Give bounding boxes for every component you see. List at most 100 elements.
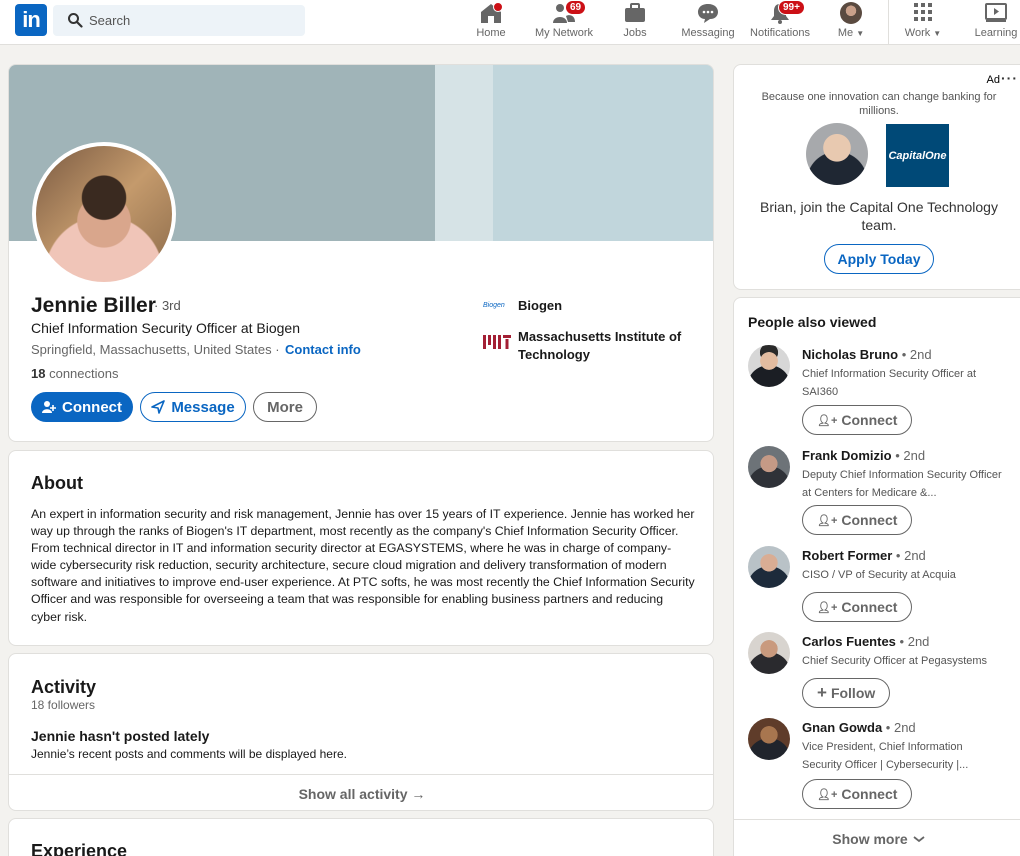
nav-divider	[888, 0, 889, 45]
people-also-viewed-title: People also viewed	[748, 314, 877, 330]
avatar[interactable]	[748, 446, 790, 488]
nav-label: Learning	[974, 27, 1018, 39]
search-box[interactable]	[53, 5, 305, 36]
profile-photo[interactable]	[32, 142, 176, 286]
ad-options-icon[interactable]: ···	[1001, 70, 1018, 86]
messaging-icon	[698, 4, 718, 23]
nav-label: Me	[837, 27, 854, 39]
search-input[interactable]	[89, 5, 299, 36]
action-label: Connect	[841, 786, 898, 802]
profile-card: Jennie Biller · 3rd Chief Information Se…	[8, 64, 714, 442]
connect-button[interactable]: 👤︎+ Connect	[802, 592, 913, 622]
contact-info-link[interactable]: Contact info	[285, 342, 361, 357]
action-label: Follow	[830, 685, 876, 701]
connect-button[interactable]: 👤︎+ Connect	[802, 505, 913, 535]
show-all-activity-button[interactable]: Show all activity →	[9, 774, 713, 810]
capital-one-logo: CapitalOne	[886, 124, 949, 187]
avatar[interactable]	[748, 345, 790, 387]
followers-count: 18 followers	[31, 698, 96, 712]
me-avatar	[840, 2, 862, 24]
apply-today-button[interactable]: Apply Today	[824, 244, 934, 274]
more-label: More	[267, 398, 303, 416]
person-degree: • 2nd	[901, 347, 932, 362]
activity-empty-subtitle: Jennie’s recent posts and comments will …	[31, 747, 347, 761]
profile-location: Springfield, Massachusetts, United State…	[31, 342, 280, 357]
ad-person-photo	[806, 123, 868, 185]
nav-me[interactable]: Me ▼	[836, 2, 866, 42]
nav-learning[interactable]: Learning	[972, 2, 1020, 42]
action-label: Connect	[841, 412, 898, 428]
person-degree: • 2nd	[899, 634, 930, 649]
show-more-label: Show more	[832, 830, 908, 847]
connection-degree: · 3rd	[154, 298, 181, 313]
nav-label: Work	[904, 27, 931, 39]
nav-work[interactable]: Work ▼	[902, 2, 944, 42]
avatar[interactable]	[748, 546, 790, 588]
nav-messaging[interactable]: Messaging	[678, 2, 738, 42]
about-title: About	[31, 473, 83, 493]
connections-label: connections	[49, 366, 119, 381]
profile-headline: Chief Information Security Officer at Bi…	[31, 320, 300, 336]
person-name[interactable]: Carlos Fuentes	[802, 634, 896, 649]
network-badge: 69	[565, 0, 587, 15]
activity-empty-title: Jennie hasn't posted lately	[31, 728, 210, 744]
show-more-button[interactable]: Show more	[734, 819, 1020, 856]
notification-dot	[493, 2, 503, 12]
more-button[interactable]: More	[253, 392, 317, 422]
activity-card: Activity 18 followers Jennie hasn't post…	[8, 653, 714, 811]
caret-down-icon: ▼	[856, 29, 865, 38]
person-name[interactable]: Robert Former	[802, 548, 892, 563]
nav-home[interactable]: Home	[474, 2, 508, 42]
mit-logo	[483, 335, 511, 349]
connect-button[interactable]: Connect	[31, 392, 133, 422]
action-label: Connect	[841, 512, 898, 528]
experience-title: Experience	[31, 841, 128, 856]
send-icon	[151, 400, 166, 414]
about-text: An expert in information security and ri…	[31, 507, 695, 624]
nav-label: Messaging	[681, 27, 735, 39]
nav-jobs[interactable]: Jobs	[620, 2, 650, 42]
add-person-icon: 👤︎+	[817, 414, 838, 427]
people-also-viewed-card: People also viewed Nicholas Bruno • 2nd …	[733, 297, 1020, 856]
connections-number: 18	[31, 366, 46, 381]
linkedin-logo-icon[interactable]: in	[15, 4, 47, 36]
experience-card: Experience	[8, 818, 714, 856]
education-school[interactable]: Massachusetts Institute of Technology	[518, 328, 698, 364]
ad-label: Ad	[986, 74, 1000, 86]
nav-label: Home	[476, 27, 506, 39]
avatar[interactable]	[748, 718, 790, 760]
ad-tagline: Because one innovation can change bankin…	[761, 91, 997, 117]
ad-card: Ad ··· Because one innovation can change…	[733, 64, 1020, 290]
avatar[interactable]	[748, 632, 790, 674]
connect-button[interactable]: 👤︎+ Connect	[802, 405, 913, 435]
person-title: Chief Security Officer at Pegasystems	[802, 655, 988, 667]
connect-label: Connect	[62, 398, 122, 416]
person-title: Vice President, Chief Information Securi…	[802, 741, 969, 771]
connect-button[interactable]: 👤︎+ Connect	[802, 779, 913, 809]
person-title: Deputy Chief Information Security Office…	[802, 469, 1002, 499]
current-company[interactable]: Biogen	[518, 298, 562, 313]
learning-icon	[985, 3, 1007, 22]
notifications-badge: 99+	[778, 0, 805, 15]
message-button[interactable]: Message	[140, 392, 246, 422]
person-name[interactable]: Gnan Gowda	[802, 720, 882, 735]
ad-message: Brian, join the Capital One Technology t…	[760, 199, 998, 233]
person-name[interactable]: Nicholas Bruno	[802, 347, 898, 362]
chevron-down-icon	[913, 835, 925, 842]
caret-down-icon: ▼	[933, 29, 942, 38]
nav-label: My Network	[534, 27, 594, 39]
nav-notifications[interactable]: 99+ Notifications	[746, 0, 814, 42]
person-title: CISO / VP of Security at Acquia	[802, 569, 956, 581]
activity-title: Activity	[31, 677, 97, 697]
search-icon	[68, 13, 83, 28]
add-person-icon: 👤︎+	[817, 514, 838, 527]
top-nav: in Home 69 My Network Jobs Messaging 99+…	[0, 0, 1020, 45]
follow-button[interactable]: + Follow	[802, 678, 891, 708]
person-degree: • 2nd	[895, 548, 926, 563]
nav-my-network[interactable]: 69 My Network	[531, 0, 597, 42]
person-degree: • 2nd	[885, 720, 916, 735]
message-label: Message	[171, 398, 235, 416]
person-name[interactable]: Frank Domizio	[802, 448, 892, 463]
action-label: Connect	[841, 599, 898, 615]
add-person-icon: 👤︎+	[817, 601, 838, 614]
